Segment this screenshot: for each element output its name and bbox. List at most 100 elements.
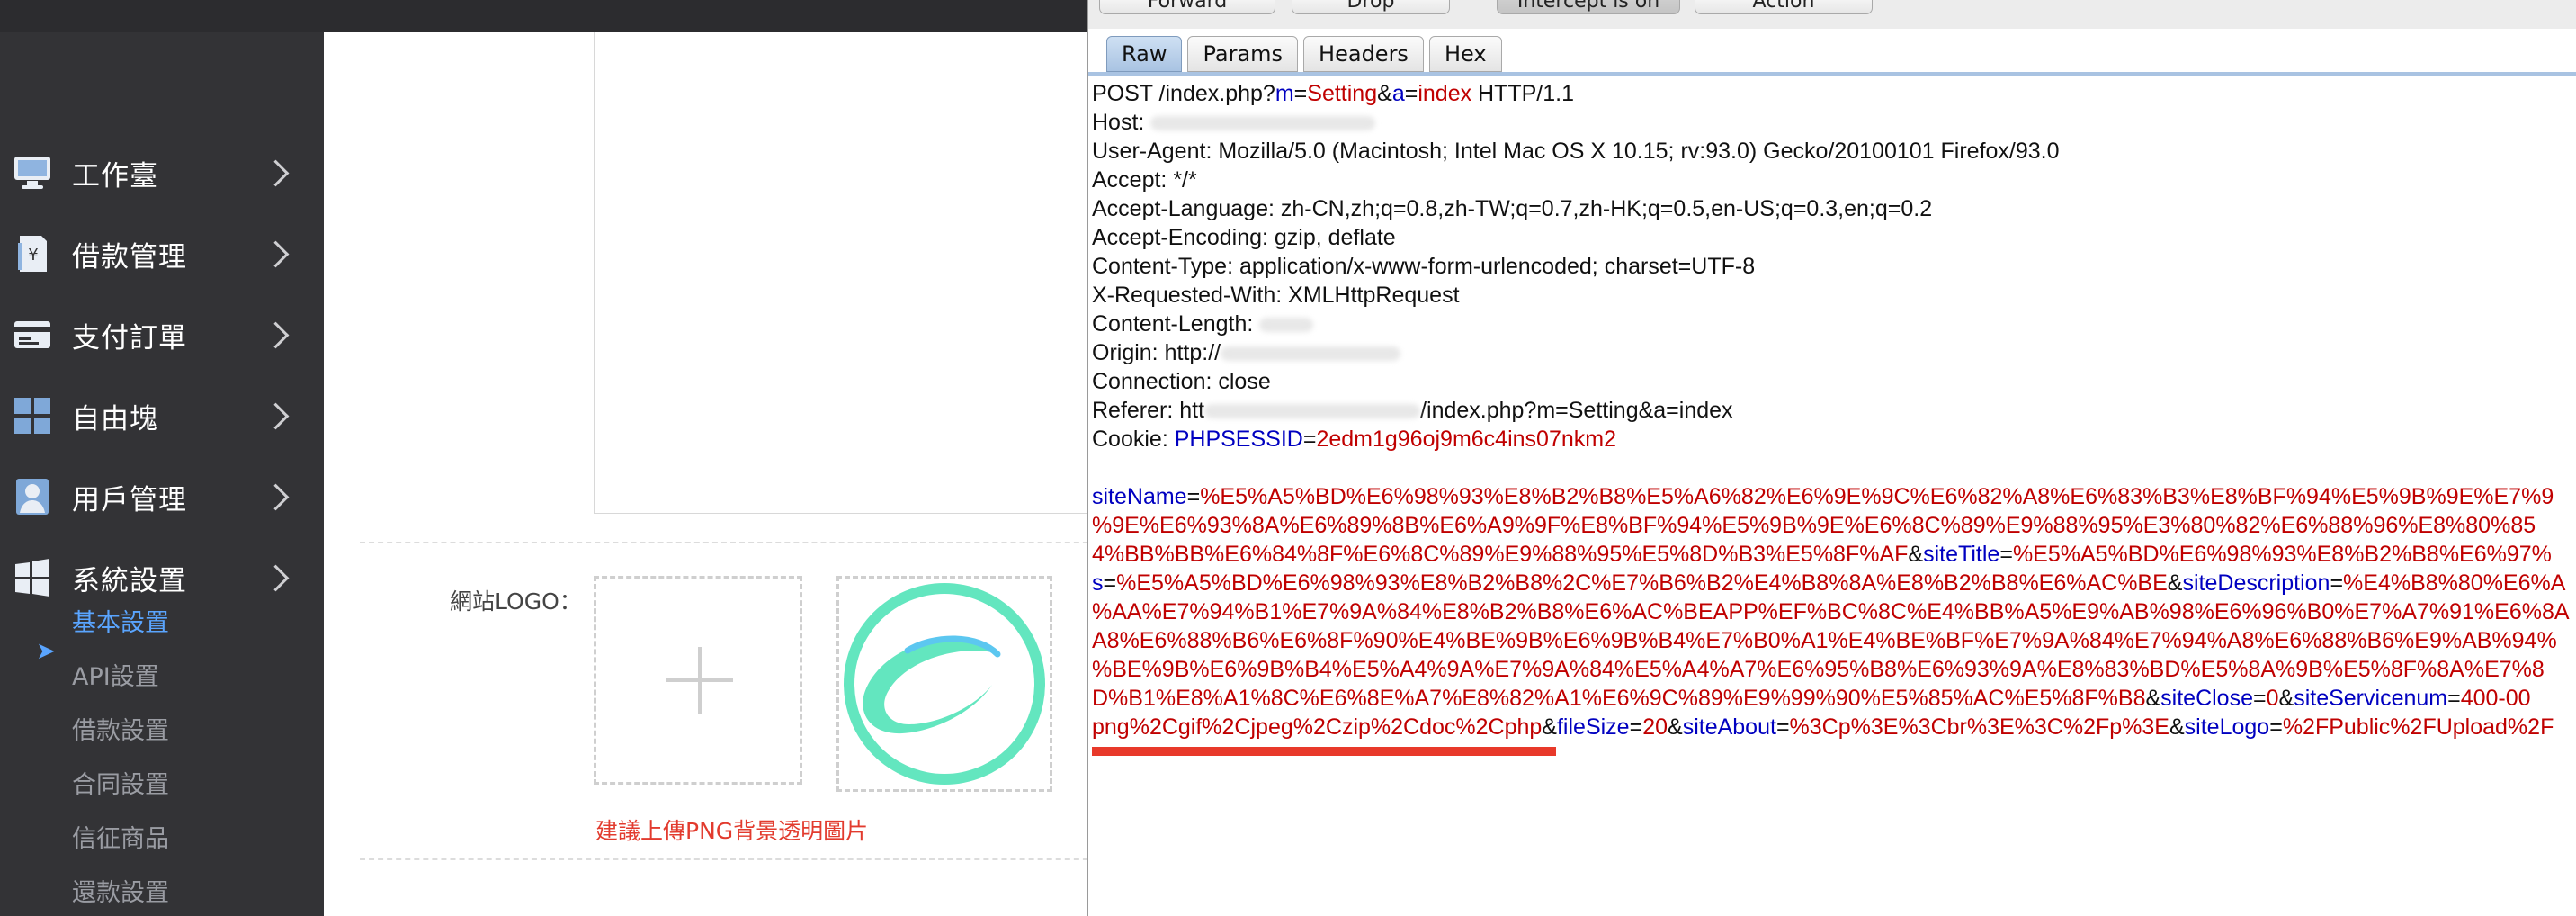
grid-icon (13, 396, 52, 436)
sidebar-item-users[interactable]: 用戶管理 (0, 461, 324, 533)
monitor-icon (13, 153, 52, 193)
windows-icon (13, 558, 52, 597)
redacted-blur (1150, 116, 1376, 131)
sidebar-item-loans[interactable]: ¥ 借款管理 (0, 218, 324, 290)
body-line: siteName=%E5%A5%BD%E6%98%93%E8%B2%B8%E5%… (1092, 484, 2554, 509)
subnav-repayment-settings[interactable]: 還款設置 (72, 873, 169, 908)
param-value: %2FPublic%2FUpload%2F (2282, 714, 2554, 740)
body-line: s=%E5%A5%BD%E6%98%93%E8%B2%B8%2C%E7%B6%B… (1092, 570, 2566, 596)
body-line: D%B1%E8%A1%8C%E6%8E%A7%E8%82%A1%E6%9C%89… (1092, 686, 2531, 711)
request-body: siteName=%E5%A5%BD%E6%98%93%E8%B2%B8%E5%… (1092, 482, 2574, 741)
redacted-blur (1221, 346, 1401, 362)
chevron-right-icon (262, 159, 290, 186)
message-tabs: Raw Params Headers Hex (1106, 36, 1502, 72)
request-line: POST /index.php?m=Setting&a=index HTTP/1… (1092, 81, 1575, 106)
body-line: png%2Cgif%2Cjpeg%2Czip%2Cdoc%2Cphp&fileS… (1092, 714, 2554, 740)
header-content-length: Content-Length: (1092, 310, 2571, 338)
intercept-toggle-button[interactable]: Intercept is on (1497, 0, 1680, 14)
drop-button[interactable]: Drop (1292, 0, 1450, 14)
tab-raw[interactable]: Raw (1106, 36, 1183, 72)
param-value: 400-00 (2460, 686, 2531, 711)
sidebar-item-label: 借款管理 (72, 240, 187, 274)
param-value: %E5%A5%BD%E6%98%93%E8%B2%B8%E5%A6%82%E6%… (1200, 484, 2554, 509)
sidebar-item-label: 用戶管理 (72, 483, 187, 516)
param-value: %E5%A5%BD%E6%98%93%E8%B2%B8%2C%E7%B6%B2%… (1116, 570, 2168, 596)
logo-preview (836, 576, 1052, 792)
chevron-right-icon (262, 483, 290, 510)
action-button[interactable]: Action (1695, 0, 1873, 14)
header-origin: Origin: http:// (1092, 338, 2571, 367)
param-key: s (1092, 570, 1104, 596)
sidebar-item-label: 自由塊 (72, 402, 158, 436)
subnav-contract-settings[interactable]: 合同設置 (72, 765, 169, 800)
subnav-loan-settings[interactable]: 借款設置 (72, 711, 169, 746)
site-logo-label: 網站LOGO： (450, 588, 582, 615)
sidebar-item-label: 工作臺 (72, 159, 158, 193)
app-topbar (0, 0, 1087, 32)
upload-hint: 建議上傳PNG背景透明圖片 (595, 818, 869, 844)
param-value: %AA%E7%94%B1%E7%9A%84%E8%B2%B8%E6%AC%BEA… (1092, 599, 2570, 624)
param-key: siteAbout (1682, 714, 1776, 740)
param-value: 20 (1642, 714, 1668, 740)
tab-hex[interactable]: Hex (1428, 36, 1502, 72)
redacted-blur (1259, 318, 1314, 333)
divider (360, 858, 1106, 860)
svg-text:¥: ¥ (28, 246, 38, 265)
body-line: 4%BB%BB%E6%84%8F%E6%8C%89%E9%88%95%E5%8D… (1092, 542, 2552, 567)
header-host: Host: (1092, 108, 2571, 137)
header-cookie: Cookie: PHPSESSID=2edm1g96oj9m6c4ins07nk… (1092, 427, 1616, 452)
raw-request-editor[interactable]: POST /index.php?m=Setting&a=index HTTP/1… (1092, 79, 2571, 741)
body-line: %9E%E6%93%8A%E6%89%8B%E6%A9%9F%E8%BF%94%… (1092, 511, 2574, 540)
header-accept: Accept: */* (1092, 167, 1197, 193)
param-key: siteServicenum (2294, 686, 2448, 711)
param-value: %E4%B8%80%E6%A (2343, 570, 2566, 596)
header-connection: Connection: close (1092, 369, 1271, 394)
body-line: A8%E6%88%B6%E6%8F%90%E4%BE%9B%E6%9B%B4%E… (1092, 626, 2574, 655)
divider (360, 542, 1106, 543)
user-icon (13, 477, 52, 516)
param-value: png%2Cgif%2Cjpeg%2Czip%2Cdoc%2Cphp (1092, 714, 1543, 740)
header-referer: Referer: htt/index.php?m=Setting&a=index (1092, 398, 1733, 423)
body-line: %BE%9B%E6%9B%B4%E5%A4%9A%E7%9A%84%E5%A4%… (1092, 655, 2574, 684)
body-line: %AA%E7%94%B1%E7%9A%84%E8%B2%B8%E6%AC%BEA… (1092, 597, 2574, 626)
param-value: 0 (2266, 686, 2279, 711)
forward-button[interactable]: Forward (1099, 0, 1275, 14)
chevron-right-icon (262, 564, 290, 591)
param-key: siteLogo (2184, 714, 2270, 740)
highlight-underline (1092, 747, 1556, 756)
param-key: fileSize (1556, 714, 1630, 740)
header-accept-language: Accept-Language: zh-CN,zh;q=0.8,zh-TW;q=… (1092, 196, 1933, 221)
sidebar-item-label: 系統設置 (72, 564, 187, 597)
burp-proxy-window: Forward Drop Intercept is on Action Raw … (1087, 0, 2576, 916)
tab-params[interactable]: Params (1187, 36, 1299, 72)
subnav-credit-products[interactable]: 信征商品 (72, 819, 169, 854)
header-accept-encoding: Accept-Encoding: gzip, deflate (1092, 225, 1396, 250)
sidebar-item-dashboard[interactable]: 工作臺 (0, 137, 324, 209)
sidebar-item-payment-orders[interactable]: 支付訂單 (0, 299, 324, 371)
subnav-basic-settings[interactable]: 基本設置 (72, 603, 169, 638)
rich-text-editor[interactable] (594, 32, 1099, 514)
param-key: siteClose (2160, 686, 2253, 711)
header-x-requested-with: X-Requested-With: XMLHttpRequest (1092, 283, 1460, 308)
settings-content: 網站LOGO： 建議上傳PNG背景透明圖片 (324, 32, 1106, 916)
logo-upload-button[interactable] (594, 576, 802, 785)
chevron-right-icon (262, 321, 290, 348)
param-value: D%B1%E8%A1%8C%E6%8E%A7%E8%82%A1%E6%9C%89… (1092, 686, 2146, 711)
active-arrow-icon: ➤ (36, 638, 56, 665)
subnav-api-settings[interactable]: API設置 (72, 657, 159, 692)
param-key: siteTitle (1923, 542, 2000, 567)
param-value: %9E%E6%93%8A%E6%89%8B%E6%A9%9F%E8%BF%94%… (1092, 513, 2536, 538)
param-value: A8%E6%88%B6%E6%8F%90%E4%BE%9B%E6%9B%B4%E… (1092, 628, 2557, 653)
tab-headers[interactable]: Headers (1303, 36, 1424, 72)
intercept-toolbar: Forward Drop Intercept is on Action (1088, 0, 2576, 29)
param-value: 4%BB%BB%E6%84%8F%E6%8C%89%E9%88%95%E5%8D… (1092, 542, 1909, 567)
header-content-type: Content-Type: application/x-www-form-url… (1092, 254, 1756, 279)
chevron-right-icon (262, 402, 290, 429)
header-user-agent: User-Agent: Mozilla/5.0 (Macintosh; Inte… (1092, 139, 2060, 164)
card-icon (13, 315, 52, 355)
param-value: %E5%A5%BD%E6%98%93%E8%B2%B8%E6%97% (2012, 542, 2552, 567)
sidebar-item-free-blocks[interactable]: 自由塊 (0, 380, 324, 452)
site-logo-image (844, 583, 1045, 785)
param-key: siteName (1092, 484, 1187, 509)
param-value: %3Cp%3E%3Cbr%3E%3C%2Fp%3E (1789, 714, 2169, 740)
